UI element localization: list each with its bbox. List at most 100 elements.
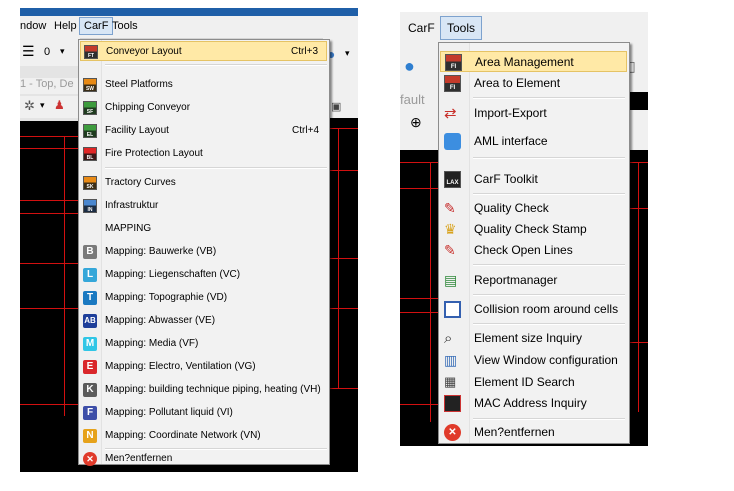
menu-item-view-window-config[interactable]: ▥ View Window configuration [440,350,627,371]
toolbar-right [628,110,648,150]
menu-item-mapping-vc[interactable]: L Mapping: Liegenschaften (VC) [80,265,327,285]
quality-stamp-icon: ♛ [444,221,457,237]
menu-item-mapping-vg[interactable]: E Mapping: Electro, Ventilation (VG) [80,357,327,377]
topographie-icon: T [83,291,97,305]
menu-help[interactable]: Help [54,20,77,32]
menu-item-label: Area Management [475,55,574,69]
menu-item-conveyor-layout[interactable]: FT Conveyor Layout Ctrl+3 [80,41,327,61]
menu-item-label: CarF Toolkit [474,172,538,186]
menu-separator [473,193,625,195]
toolbar-value[interactable]: 0 [44,46,50,58]
menu-item-mapping-ve[interactable]: AB Mapping: Abwasser (VE) [80,311,327,331]
menu-item-label: Mapping: Pollutant liquid (VI) [105,407,233,418]
menu-item-steel-platforms[interactable]: SW Steel Platforms [80,75,327,95]
menu-item-label: Mapping: Media (VF) [105,338,199,349]
menu-item-quality-check[interactable]: ✎ Quality Check [440,198,627,219]
menu-item-reportmanager[interactable]: ▤ Reportmanager [440,270,627,291]
pollutant-icon: F [83,406,97,420]
menu-item-label: Mapping: building technique piping, heat… [105,384,321,395]
menu-tools[interactable]: Tools [440,16,483,40]
toolbar-secondary: ✲ ▾ ♟ [20,96,80,118]
print-icon[interactable]: ▣ [331,100,341,113]
menu-separator [105,64,327,66]
quality-check-icon: ✎ [444,200,456,216]
menu-item-label: Fire Protection Layout [105,148,203,159]
chevron-down-icon[interactable]: ▾ [60,46,65,57]
menu-item-mapping-vi[interactable]: F Mapping: Pollutant liquid (VI) [80,403,327,423]
title-bar-strip [20,8,358,16]
menu-window[interactable]: ndow [20,20,46,32]
import-export-icon: ⇄ [444,105,457,122]
menu-item-check-open-lines[interactable]: ✎ Check Open Lines [440,240,627,261]
menu-item-chipping-conveyor[interactable]: SF Chipping Conveyor [80,98,327,118]
menu-item-label: AML interface [474,134,548,148]
hamburger-icon[interactable]: ☰ [22,43,35,60]
menu-item-label: Steel Platforms [105,79,173,90]
piping-icon: K [83,383,97,397]
person-icon[interactable]: ♟ [54,98,65,112]
settings-icon[interactable]: ✲ [24,98,35,114]
globe-icon[interactable]: ● [404,56,415,77]
report-manager-icon: ▤ [444,272,458,288]
menu-item-mapping-vn[interactable]: N Mapping: Coordinate Network (VN) [80,426,327,446]
menu-separator [105,167,327,169]
menu-item-carf-toolkit[interactable]: LAX CarF Toolkit [440,169,627,190]
menu-item-label: Mapping: Coordinate Network (VN) [105,430,261,441]
menu-item-facility-layout[interactable]: EL Facility Layout Ctrl+4 [80,121,327,141]
menu-item-area-management[interactable]: FI Area Management [440,51,627,72]
menu-item-mapping-vd[interactable]: T Mapping: Topographie (VD) [80,288,327,308]
menu-item-infrastruktur[interactable]: IN Infrastruktur [80,196,327,216]
abwasser-icon: AB [83,314,97,328]
view-title-fragment: 1 - Top, De [20,78,80,94]
left-screenshot: ndow Help CarF Tools ☰ 0 ▾ 1 - Top, De ✲… [20,8,358,472]
menu-item-label: Import-Export [474,106,547,120]
menu-item-label: Mapping: Topographie (VD) [105,292,228,303]
menu-item-mapping-vb[interactable]: B Mapping: Bauwerke (VB) [80,242,327,262]
id-search-icon: ▦ [444,374,457,389]
menu-item-element-id-search[interactable]: ▦ Element ID Search [440,372,627,393]
carf-dropdown-menu: FT Conveyor Layout Ctrl+3 SW Steel Platf… [78,39,330,466]
menu-separator [473,418,625,420]
fire-protection-icon: BL [83,147,97,161]
mac-address-icon [444,395,461,412]
menu-item-mac-address-inquiry[interactable]: MAC Address Inquiry [440,393,627,414]
chevron-down-icon[interactable]: ▾ [345,48,350,59]
menu-item-import-export[interactable]: ⇄ Import-Export [440,103,627,124]
remove-icon: ✕ [83,452,97,466]
menu-item-quality-check-stamp[interactable]: ♛ Quality Check Stamp [440,219,627,240]
liegenschaften-icon: L [83,268,97,282]
steel-platform-icon: SW [83,78,97,92]
menu-item-mapping-vh[interactable]: K Mapping: building technique piping, he… [80,380,327,400]
menu-item-aml-interface[interactable]: AML interface [440,131,627,152]
menu-item-mapping-vf[interactable]: M Mapping: Media (VF) [80,334,327,354]
menu-item-label: Collision room around cells [474,302,619,316]
menu-item-area-to-element[interactable]: FI Area to Element [440,73,627,94]
electro-icon: E [83,360,97,374]
menu-item-remove-menu[interactable]: ✕ Men?entfernen [440,422,627,443]
menu-item-element-size-inquiry[interactable]: ⌕ Element size Inquiry [440,328,627,349]
menu-separator [473,323,625,325]
facility-layout-icon: EL [83,124,97,138]
coordinate-network-icon: N [83,429,97,443]
menu-carf[interactable]: CarF [408,21,435,35]
open-lines-icon: ✎ [444,242,456,258]
zoom-icon[interactable]: ⊕ [410,114,422,131]
menu-item-shortcut: Ctrl+4 [292,125,319,136]
menu-item-fire-protection-layout[interactable]: BL Fire Protection Layout [80,144,327,164]
media-icon: M [83,337,97,351]
menu-item-mapping-header[interactable]: MAPPING [80,219,327,239]
menu-item-tractory-curves[interactable]: SK Tractory Curves [80,173,327,193]
menu-carf[interactable]: CarF [79,17,114,35]
chevron-down-icon[interactable]: ▾ [40,100,45,111]
menu-item-label: Tractory Curves [105,177,176,188]
menu-item-collision-room[interactable]: Collision room around cells [440,299,627,320]
menu-item-label: Check Open Lines [474,243,573,257]
menu-tools[interactable]: Tools [112,20,138,32]
menu-item-label: Infrastruktur [105,200,159,211]
menu-item-label: Chipping Conveyor [105,102,191,113]
chipping-conveyor-icon: SF [83,101,97,115]
menu-item-label: Reportmanager [474,273,558,287]
aml-interface-icon [444,133,461,150]
menu-item-remove-menu[interactable]: ✕ Men?entfernen [80,449,327,469]
bauwerke-icon: B [83,245,97,259]
